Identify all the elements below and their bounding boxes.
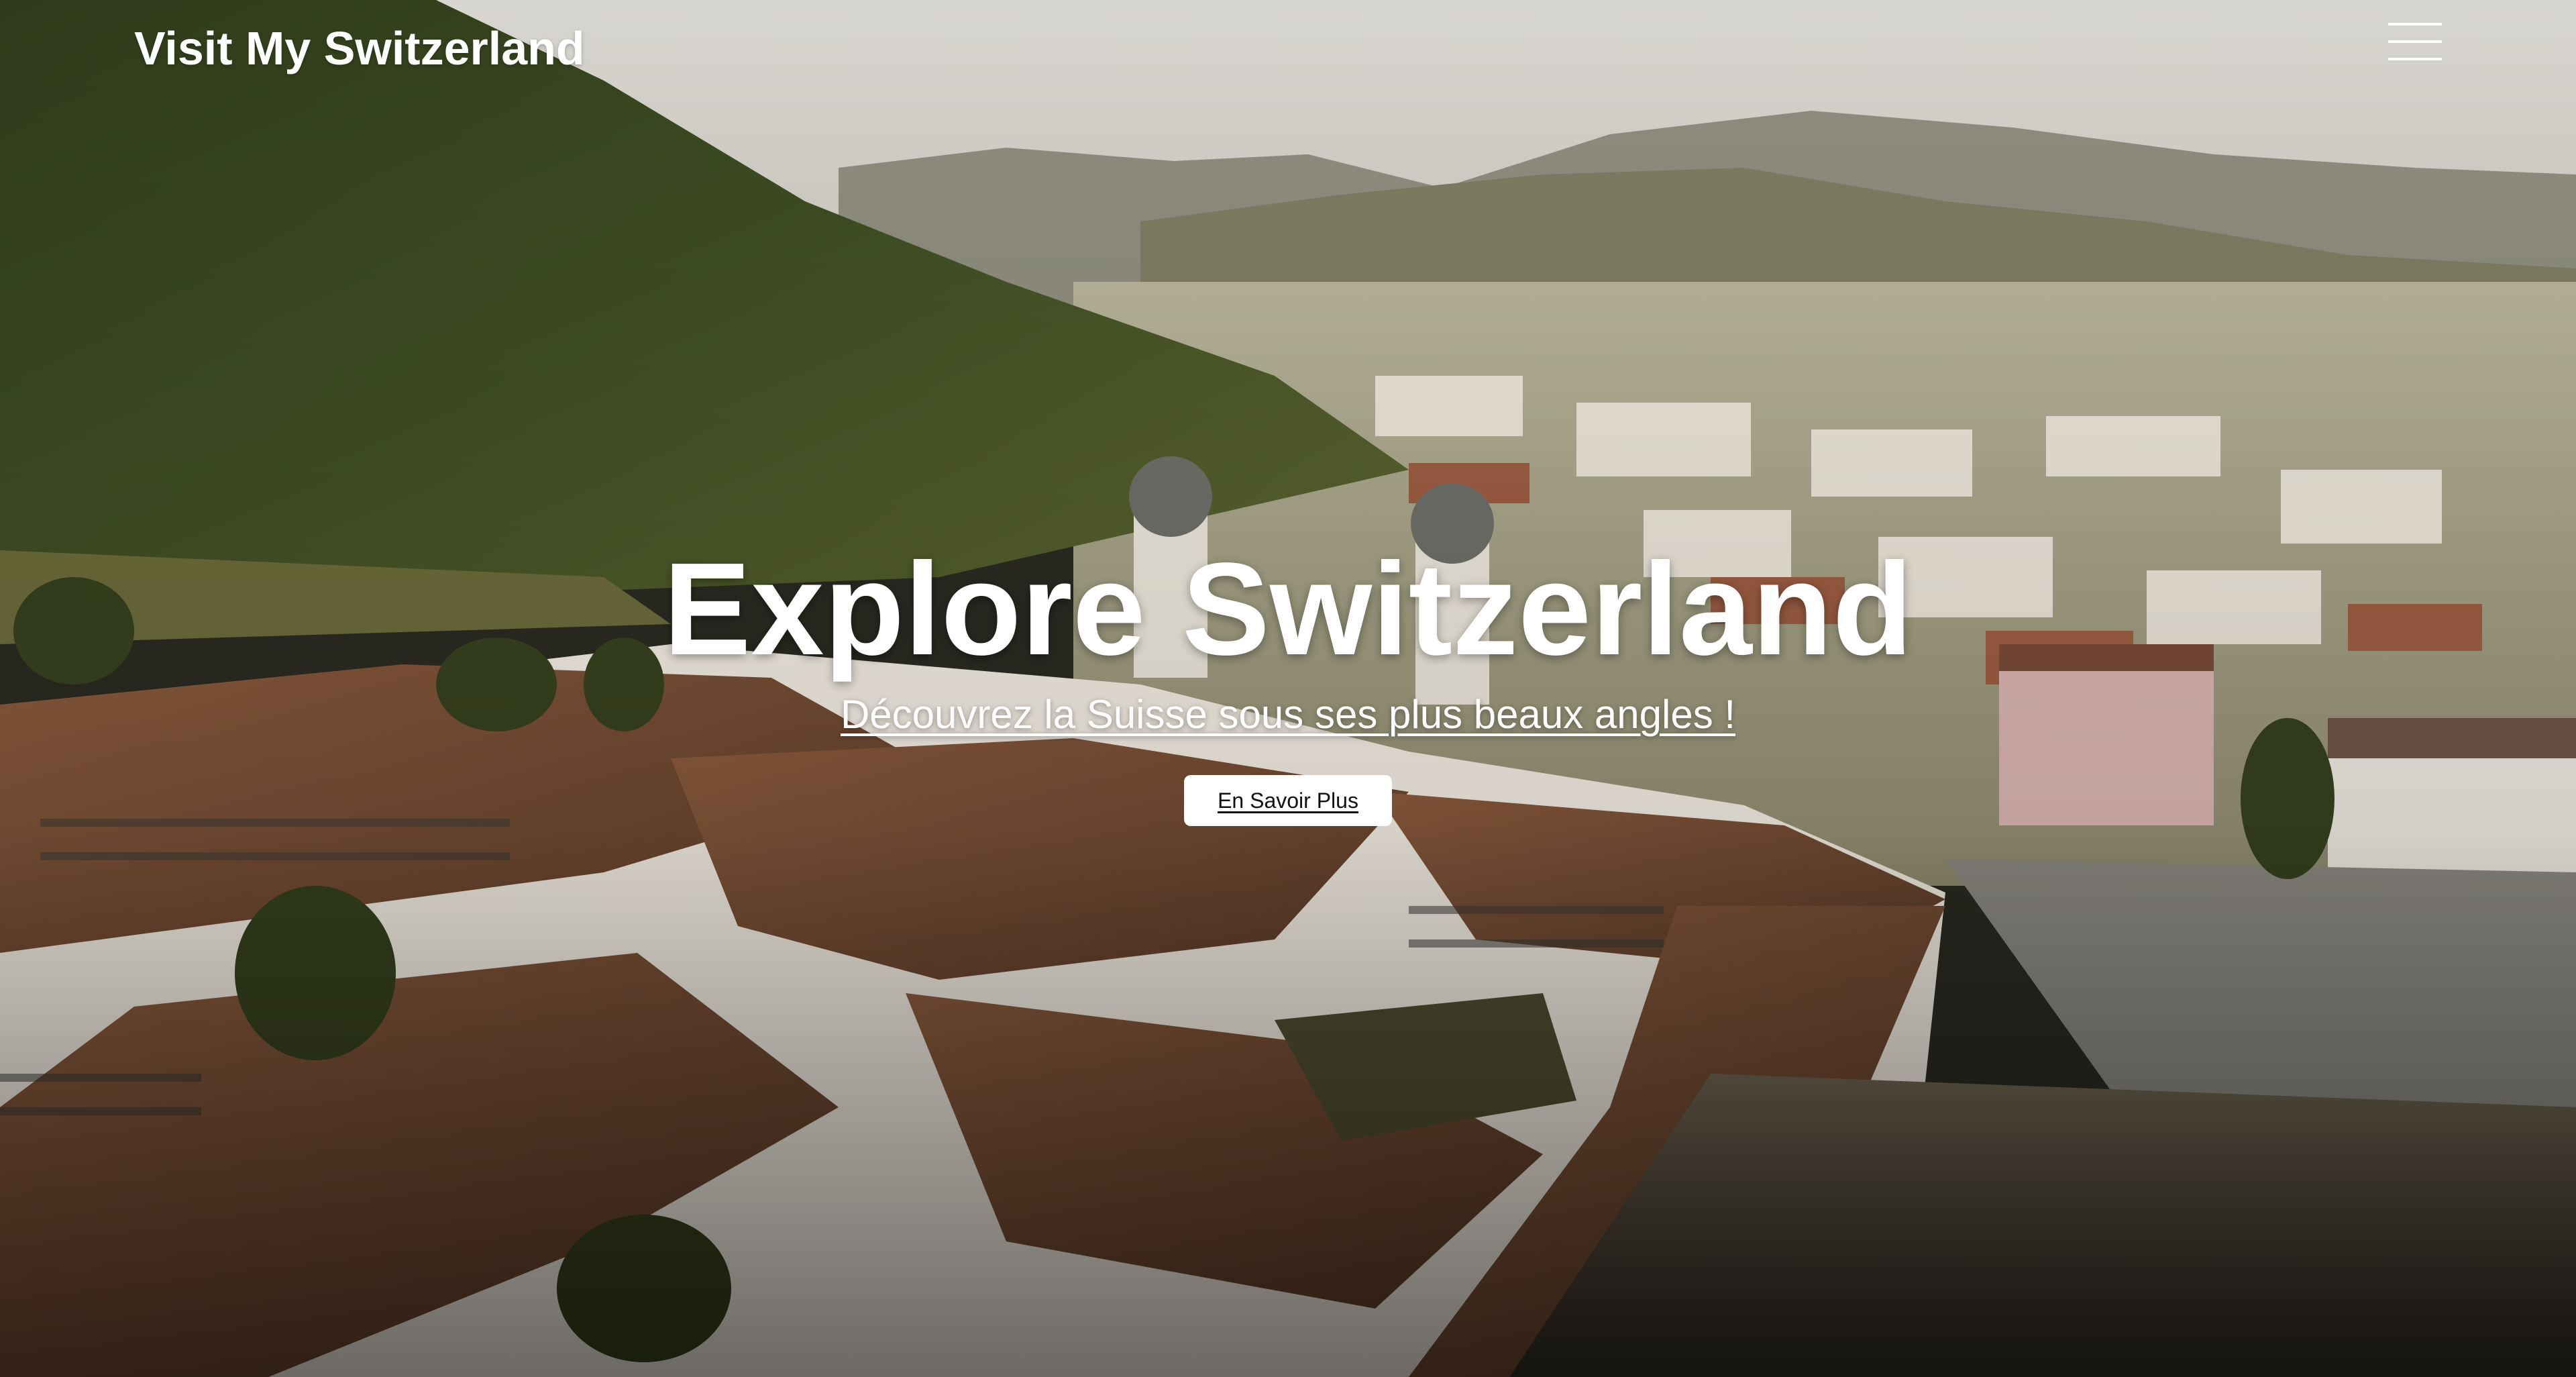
cta-wrapper: En Savoir Plus bbox=[0, 775, 2576, 826]
navbar: Visit My Switzerland bbox=[0, 0, 2576, 101]
hero-subtitle-link[interactable]: Découvrez la Suisse sous ses plus beaux … bbox=[841, 691, 1735, 737]
hero-section: Visit My Switzerland Explore Switzerland… bbox=[0, 0, 2576, 1377]
hero-title: Explore Switzerland bbox=[663, 536, 1913, 682]
learn-more-button[interactable]: En Savoir Plus bbox=[1184, 775, 1392, 826]
hamburger-menu-icon[interactable] bbox=[2388, 20, 2442, 67]
menu-line-middle bbox=[2388, 40, 2442, 43]
brand-logo-text[interactable]: Visit My Switzerland bbox=[134, 21, 585, 75]
hero-content: Explore Switzerland Découvrez la Suisse … bbox=[0, 544, 2576, 826]
menu-line-top bbox=[2388, 23, 2442, 26]
menu-line-bottom bbox=[2388, 58, 2442, 60]
